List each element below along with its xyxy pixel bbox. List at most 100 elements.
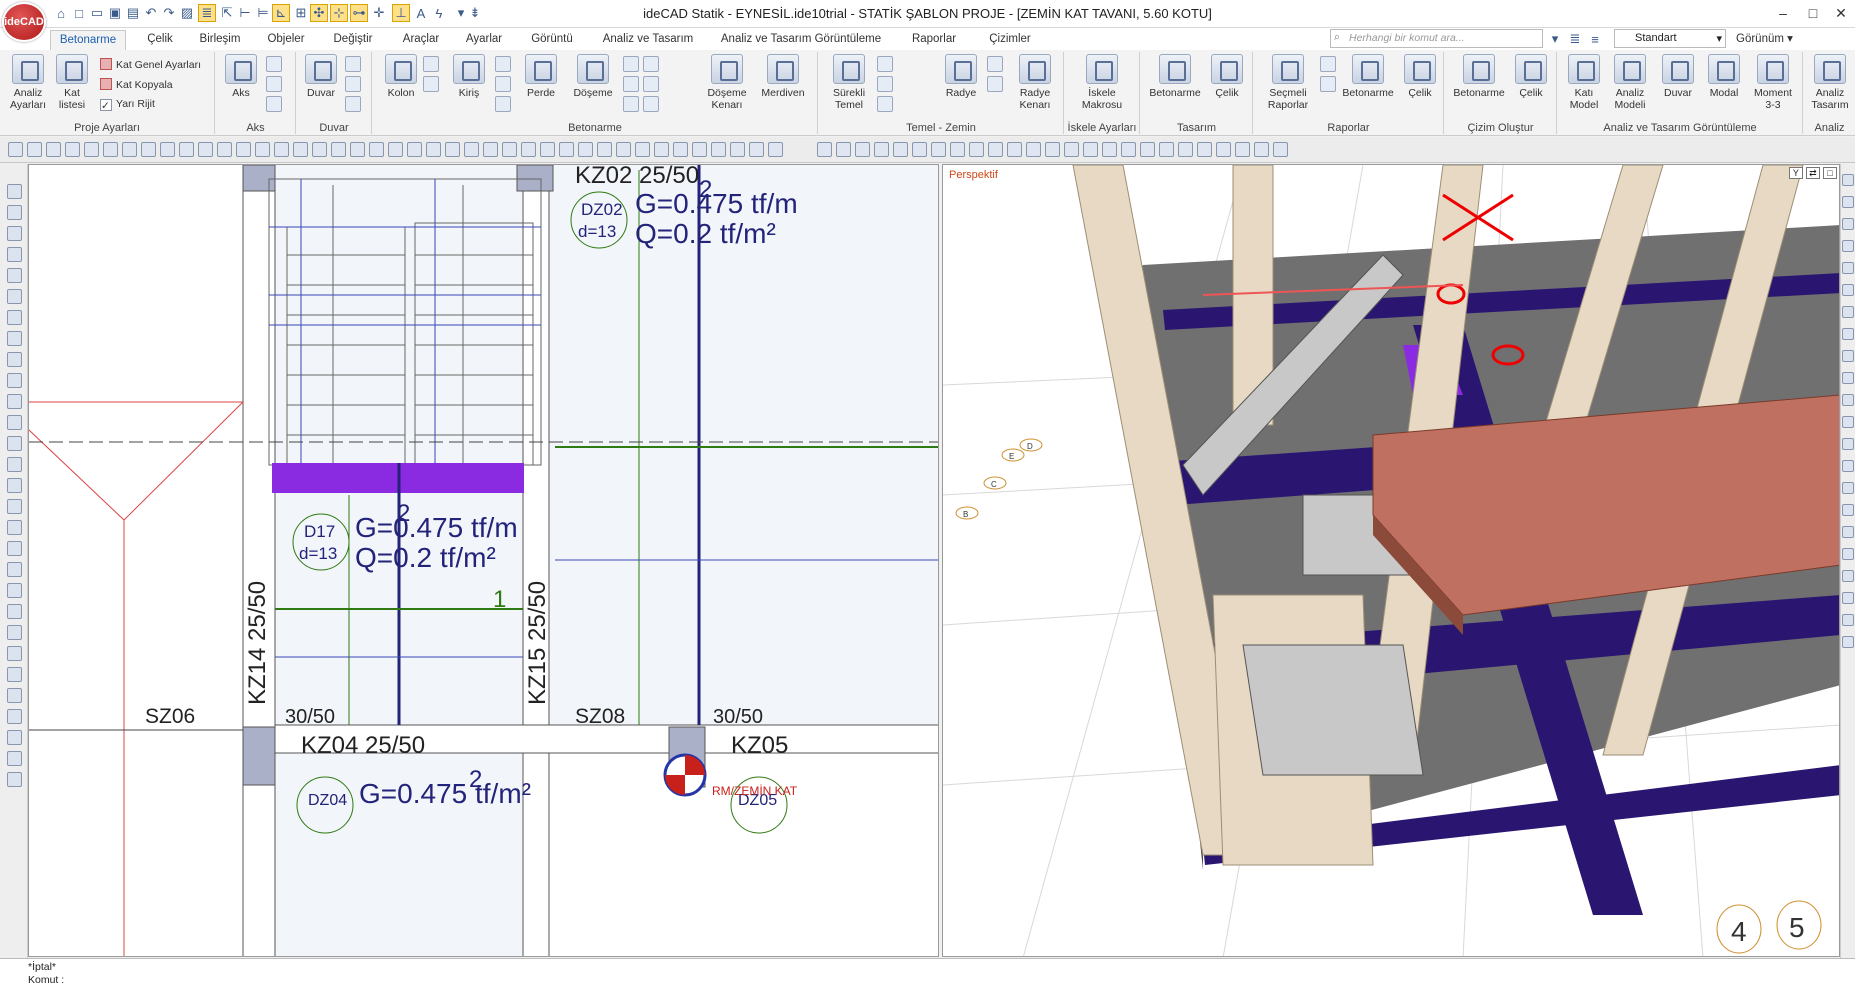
pan-icon[interactable] xyxy=(46,142,61,157)
hatch-icon[interactable] xyxy=(464,142,479,157)
view-tool-icon[interactable] xyxy=(1842,196,1854,208)
wave-icon[interactable] xyxy=(1102,142,1117,157)
filter-icon[interactable] xyxy=(7,268,22,283)
report-variant-icon[interactable] xyxy=(1320,56,1336,72)
beam-label-kz05[interactable]: KZ05 xyxy=(731,732,788,759)
view-tool-icon[interactable] xyxy=(1842,548,1854,560)
view-tool-icon[interactable] xyxy=(1842,614,1854,626)
tasarim-celik-button[interactable]: Çelik xyxy=(1207,54,1247,99)
close-button[interactable]: ✕ xyxy=(1826,2,1855,24)
beam-label-kz14[interactable]: KZ14 25/50 xyxy=(244,581,271,705)
command-prompt[interactable]: Komut : xyxy=(28,974,64,986)
grid-toggle-icon[interactable] xyxy=(578,142,593,157)
tab-goruntu[interactable]: Görüntü xyxy=(526,30,578,50)
beam-label-kz02[interactable]: KZ02 25/50 xyxy=(575,165,699,189)
settings-icon[interactable] xyxy=(749,142,764,157)
area-icon[interactable] xyxy=(1083,142,1098,157)
info-icon[interactable] xyxy=(7,289,22,304)
view-tool-icon[interactable] xyxy=(1842,174,1854,186)
block-icon[interactable] xyxy=(1273,142,1288,157)
text-icon[interactable] xyxy=(893,142,908,157)
maximize-button[interactable]: □ xyxy=(1798,2,1828,24)
axis-rotate-icon[interactable] xyxy=(266,76,282,92)
kat-genel-ayarlari-button[interactable]: Kat Genel Ayarları xyxy=(100,58,201,71)
trim-icon[interactable] xyxy=(198,142,213,157)
kolon-button[interactable]: Kolon xyxy=(383,54,419,99)
surekli-temel-button[interactable]: Sürekli Temel xyxy=(827,54,871,111)
beam-icon[interactable] xyxy=(7,772,22,787)
view-tool-icon[interactable] xyxy=(1842,570,1854,582)
filter-icon[interactable] xyxy=(7,709,22,724)
moment-button[interactable]: Moment 3-3 xyxy=(1748,54,1798,111)
extend-icon[interactable] xyxy=(217,142,232,157)
hatch-icon[interactable] xyxy=(1254,142,1269,157)
perde-button[interactable]: Perde xyxy=(521,54,561,99)
dimension-icon[interactable] xyxy=(445,142,460,157)
camera-icon[interactable] xyxy=(7,541,22,556)
layers-manager-icon[interactable]: ≣ xyxy=(1566,30,1584,48)
duvar-view-button[interactable]: Duvar xyxy=(1658,54,1698,99)
column-label-sz08[interactable]: SZ08 xyxy=(575,705,625,728)
objects-icon[interactable] xyxy=(7,247,22,262)
dots-icon[interactable] xyxy=(7,436,22,451)
view-tool-icon[interactable] xyxy=(1842,636,1854,648)
snap-near-icon[interactable] xyxy=(1216,142,1231,157)
layers-icon[interactable] xyxy=(7,226,22,241)
view-tool-icon[interactable] xyxy=(1842,218,1854,230)
section-icon[interactable] xyxy=(616,142,631,157)
wall-icon[interactable] xyxy=(7,373,22,388)
offset-icon[interactable] xyxy=(236,142,251,157)
doseme-kenari-button[interactable]: Döşeme Kenarı xyxy=(703,54,751,111)
beam-variant2-icon[interactable] xyxy=(495,76,511,92)
column-variant2-icon[interactable] xyxy=(423,76,439,92)
command-bar[interactable]: *İptal* Komut : xyxy=(0,958,1855,988)
slab-variant6-icon[interactable] xyxy=(643,96,659,112)
layers-state-icon[interactable]: ≡ xyxy=(1586,30,1604,48)
rotate-icon[interactable] xyxy=(122,142,137,157)
view-tool-icon[interactable] xyxy=(1842,416,1854,428)
auto-icon[interactable] xyxy=(7,583,22,598)
fillet-icon[interactable] xyxy=(1045,142,1060,157)
beam-icon[interactable] xyxy=(7,331,22,346)
pan-icon[interactable] xyxy=(836,142,851,157)
measure-icon[interactable] xyxy=(1064,142,1079,157)
view-tool-icon[interactable] xyxy=(1842,592,1854,604)
style-select[interactable]: Standart ▾ xyxy=(1614,29,1726,48)
search-icon[interactable] xyxy=(7,604,22,619)
wall-opening-icon[interactable] xyxy=(345,96,361,112)
rapor-betonarme-button[interactable]: Betonarme xyxy=(1340,54,1396,99)
column[interactable] xyxy=(516,165,554,192)
material-icon[interactable] xyxy=(673,142,688,157)
slab-variant-icon[interactable] xyxy=(623,56,639,72)
snap-end-icon[interactable] xyxy=(1121,142,1136,157)
slab-variant5-icon[interactable] xyxy=(643,76,659,92)
tab-analiz-tasarim-goruntuleme[interactable]: Analiz ve Tasarım Görüntüleme xyxy=(718,30,884,50)
tab-analiz-tasarim[interactable]: Analiz ve Tasarım xyxy=(598,30,698,50)
iskele-makrosu-button[interactable]: İskele Makrosu xyxy=(1071,54,1133,111)
plan-viewport[interactable]: KZ02 25/50 KZ04 25/50 KZ05 KZ14 25/50 KZ… xyxy=(28,164,939,957)
radye-kenari-button[interactable]: Radye Kenarı xyxy=(1011,54,1059,111)
snap-near-icon[interactable] xyxy=(426,142,441,157)
column-variant-icon[interactable] xyxy=(423,56,439,72)
axis-arc-icon[interactable] xyxy=(266,96,282,112)
perspective-drawing[interactable]: D E C B 4 5 xyxy=(943,165,1840,957)
column-icon[interactable] xyxy=(7,751,22,766)
view-tool-icon[interactable] xyxy=(1842,240,1854,252)
command-search-input[interactable]: ⌕ Herhangi bir komut ara... xyxy=(1330,29,1543,48)
fillet-icon[interactable] xyxy=(255,142,270,157)
axis-tool-icon[interactable] xyxy=(266,56,282,72)
raft-variant-icon[interactable] xyxy=(987,56,1003,72)
column[interactable] xyxy=(242,726,276,786)
beam-kz14[interactable] xyxy=(242,165,276,957)
rotate-icon[interactable] xyxy=(912,142,927,157)
eyedropper-icon[interactable] xyxy=(855,142,870,157)
cizim-betonarme-button[interactable]: Betonarme xyxy=(1451,54,1507,99)
view-tool-icon[interactable] xyxy=(1842,350,1854,362)
view-tool-icon[interactable] xyxy=(1842,526,1854,538)
slab-variant2-icon[interactable] xyxy=(623,76,639,92)
view-maximize-icon[interactable]: □ xyxy=(1823,167,1837,179)
snap-perp-icon[interactable] xyxy=(407,142,422,157)
block-icon[interactable] xyxy=(483,142,498,157)
yari-rijit-checkbox[interactable]: ✓ Yarı Rijit xyxy=(100,98,155,112)
beam-kz15[interactable] xyxy=(522,165,550,957)
